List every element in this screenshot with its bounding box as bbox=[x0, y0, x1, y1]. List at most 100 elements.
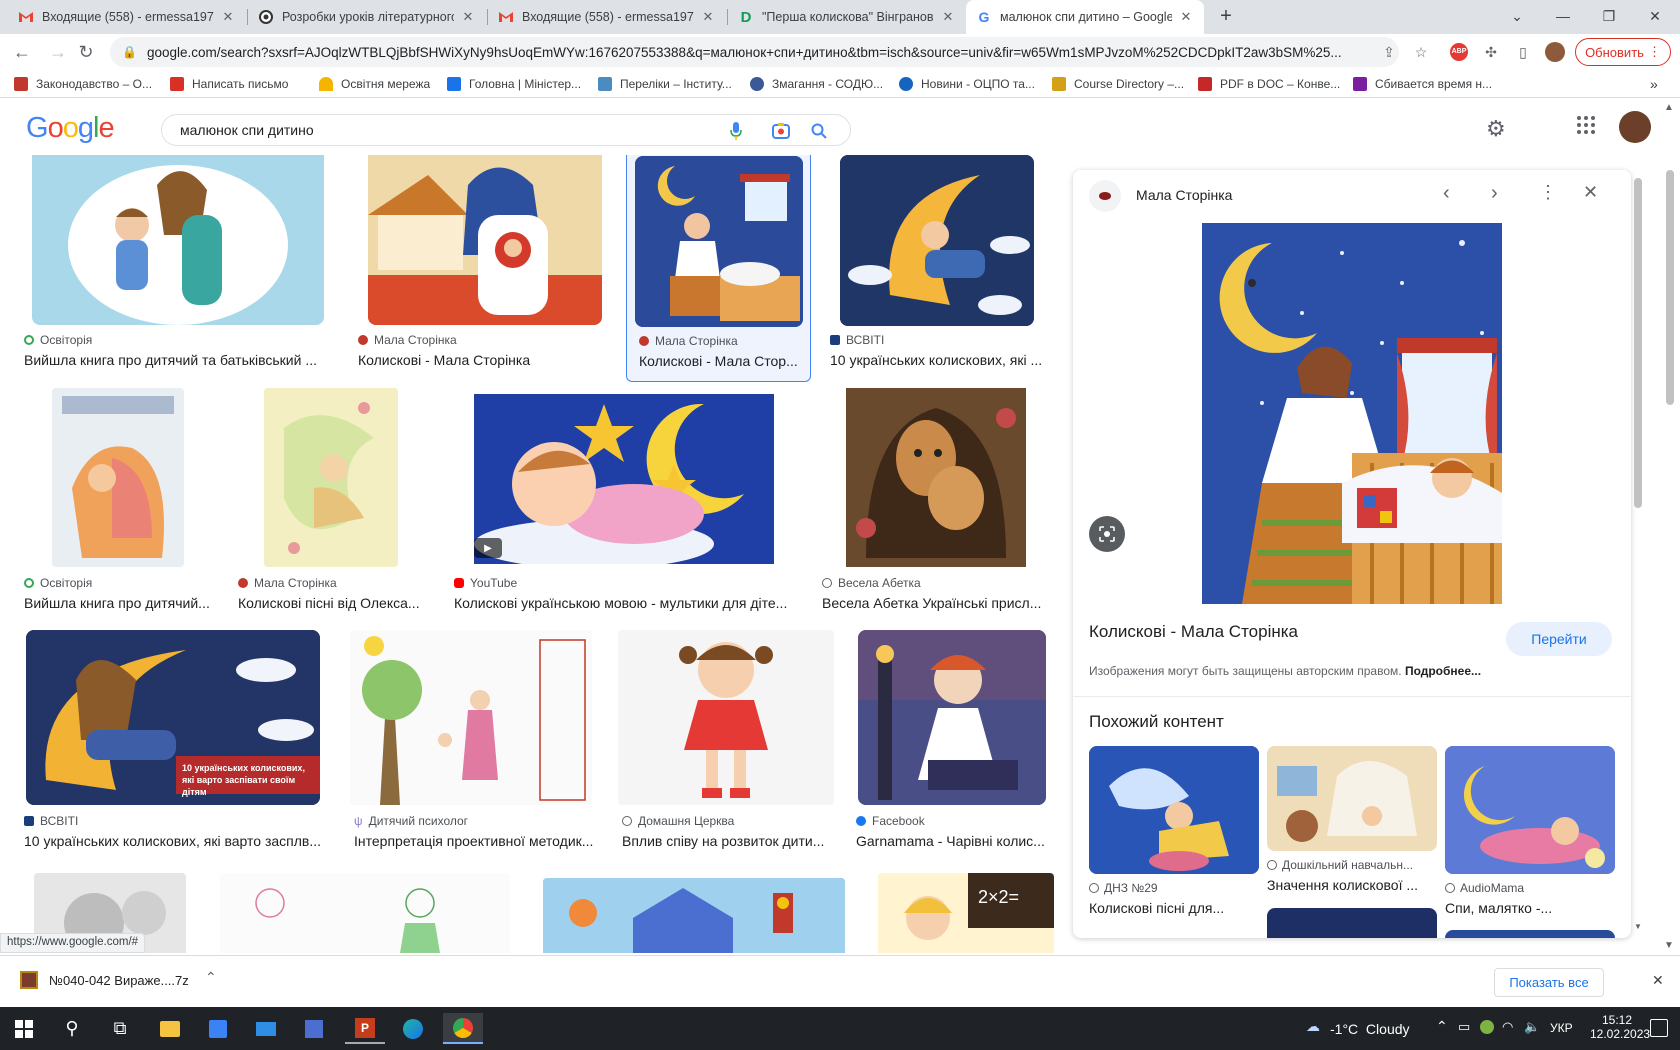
learn-more-link[interactable]: Подробнее... bbox=[1405, 664, 1481, 678]
result-thumbnail[interactable]: ▶ bbox=[474, 394, 774, 564]
notifications-icon[interactable] bbox=[1650, 1019, 1668, 1037]
close-window-button[interactable]: ✕ bbox=[1632, 0, 1678, 32]
close-icon[interactable]: ✕ bbox=[1178, 9, 1194, 25]
close-panel-icon[interactable]: ✕ bbox=[1583, 182, 1598, 203]
tab-docs[interactable]: D "Перша колискова" Вінгранов ✕ bbox=[728, 0, 966, 34]
powerpoint-icon[interactable]: P bbox=[345, 1013, 385, 1044]
bookmark-item[interactable]: Законодавство – О... bbox=[14, 75, 152, 93]
result-thumbnail[interactable]: 10 українських колискових, які варто зас… bbox=[26, 630, 320, 805]
result-caption[interactable]: Весела Абетка Українські присл... bbox=[822, 595, 1052, 611]
mail-icon[interactable] bbox=[246, 1013, 286, 1044]
panel-source[interactable]: Мала Сторінка bbox=[1136, 187, 1232, 203]
share-icon[interactable]: ⇪ bbox=[1379, 42, 1399, 62]
search-input[interactable] bbox=[180, 122, 720, 138]
bookmark-item[interactable]: Сбивается время н... bbox=[1353, 75, 1492, 93]
address-bar[interactable]: 🔒 google.com/search?sxsrf=AJOqlzWTBLQjBb… bbox=[110, 37, 1399, 67]
related-caption[interactable]: Значення колискової ... bbox=[1267, 877, 1418, 893]
result-thumbnail[interactable] bbox=[368, 155, 602, 325]
result-caption[interactable]: Вийшла книга про дитячий та батьківський… bbox=[24, 352, 330, 368]
close-icon[interactable]: ✕ bbox=[460, 9, 476, 25]
account-avatar[interactable] bbox=[1619, 111, 1651, 143]
bookmark-item[interactable]: Освітня мережа bbox=[319, 75, 430, 93]
result-thumbnail[interactable] bbox=[350, 630, 592, 805]
page-scroll-up-icon[interactable]: ▲ bbox=[1664, 102, 1674, 113]
result-thumbnail[interactable] bbox=[846, 388, 1026, 567]
tray-chevron-icon[interactable]: ⌃ bbox=[1436, 1018, 1448, 1035]
image-result[interactable]: Освіторія Вийшла книга про дитячий... bbox=[20, 388, 220, 611]
update-button[interactable]: Обновить ⋮ bbox=[1575, 38, 1671, 66]
panel-scroll-down-icon[interactable]: ▼ bbox=[1634, 922, 1642, 931]
search-icon[interactable] bbox=[810, 122, 828, 140]
image-result[interactable]: ВСВІТІ 10 українських колискових, які ..… bbox=[826, 155, 1056, 375]
forward-button[interactable]: → bbox=[44, 38, 72, 66]
result-thumbnail[interactable] bbox=[635, 156, 803, 327]
tab-gmail-1[interactable]: Входящие (558) - ermessa1975@ ✕ bbox=[8, 0, 246, 34]
result-source[interactable]: YouTube bbox=[454, 576, 517, 590]
result-thumbnail[interactable] bbox=[220, 873, 510, 953]
result-source[interactable]: Домашня Церква bbox=[622, 814, 734, 828]
result-caption[interactable]: 10 українських колискових, які варто зас… bbox=[24, 833, 330, 849]
taskbar-clock[interactable]: 15:12 12.02.2023 bbox=[1590, 1013, 1650, 1041]
image-result[interactable] bbox=[543, 873, 845, 953]
bookmark-item[interactable]: Новини - ОЦПО та... bbox=[899, 75, 1035, 93]
related-source[interactable]: AudioMama bbox=[1445, 881, 1524, 895]
related-caption[interactable]: Спи, малятко -... bbox=[1445, 900, 1552, 916]
result-source[interactable]: Освіторія bbox=[24, 576, 92, 590]
image-result[interactable]: Мала Сторінка Колискові пісні від Олекса… bbox=[234, 388, 434, 611]
result-source[interactable]: Facebook bbox=[856, 814, 925, 828]
download-filename[interactable]: №040-042 Вираже....7z bbox=[49, 973, 189, 988]
related-source[interactable]: ДНЗ №29 bbox=[1089, 881, 1158, 895]
result-caption[interactable]: Вийшла книга про дитячий... bbox=[24, 595, 216, 611]
bookmark-item[interactable]: Переліки – Інститу... bbox=[598, 75, 732, 93]
result-thumbnail[interactable] bbox=[52, 388, 184, 567]
google-logo[interactable]: Google bbox=[26, 112, 115, 145]
tab-google-active[interactable]: G малюнок спи дитино – Google ✕ bbox=[966, 0, 1204, 34]
result-caption[interactable]: Вплив співу на розвиток дити... bbox=[622, 833, 844, 849]
bookmark-item[interactable]: Написать письмо bbox=[170, 75, 288, 93]
bookmark-item[interactable]: Course Directory –... bbox=[1052, 75, 1184, 93]
bookmark-item[interactable]: Змагання - СОДЮ... bbox=[750, 75, 883, 93]
task-view-icon[interactable]: ⧉ bbox=[100, 1013, 140, 1044]
panel-scrollbar-thumb[interactable] bbox=[1634, 178, 1642, 508]
result-source[interactable]: ВСВІТІ bbox=[830, 333, 884, 347]
result-thumbnail[interactable] bbox=[858, 630, 1046, 805]
result-caption[interactable]: Колискові українською мовою - мультики д… bbox=[454, 595, 798, 611]
image-result[interactable]: ψ Дитячий психолог Інтерпретація проектив… bbox=[350, 630, 600, 850]
related-thumbnail[interactable] bbox=[1089, 746, 1259, 874]
page-scrollbar-thumb[interactable] bbox=[1666, 170, 1674, 405]
bookmark-item[interactable]: PDF в DOC – Конве... bbox=[1198, 75, 1340, 93]
preview-image[interactable] bbox=[1202, 223, 1502, 604]
image-result-selected[interactable]: Мала Сторінка Колискові - Мала Стор... bbox=[626, 155, 811, 382]
image-result[interactable]: 10 українських колискових, які варто зас… bbox=[20, 630, 336, 850]
lens-camera-icon[interactable] bbox=[772, 122, 790, 140]
related-source[interactable]: Дошкільний навчальн... bbox=[1267, 858, 1413, 872]
tray-wifi-icon[interactable]: ◠ bbox=[1502, 1019, 1513, 1035]
image-result[interactable]: Весела Абетка Весела Абетка Українські п… bbox=[818, 388, 1056, 611]
tab-gmail-2[interactable]: Входящие (558) - ermessa1975@ ✕ bbox=[488, 0, 726, 34]
related-thumbnail[interactable] bbox=[1445, 746, 1615, 874]
image-result[interactable]: Освіторія Вийшла книга про дитячий та ба… bbox=[20, 155, 336, 375]
edge-icon[interactable] bbox=[393, 1013, 433, 1044]
image-result[interactable] bbox=[220, 873, 510, 953]
show-all-downloads[interactable]: Показать все bbox=[1456, 968, 1642, 998]
bookmarks-overflow-icon[interactable]: » bbox=[1650, 75, 1658, 93]
close-downloads-icon[interactable]: ✕ bbox=[1652, 972, 1664, 989]
image-result[interactable]: Facebook Garnamama - Чарівні колис... bbox=[852, 630, 1058, 850]
tray-app-icon[interactable] bbox=[1480, 1020, 1494, 1034]
windows-start-icon[interactable] bbox=[4, 1013, 44, 1044]
minimize-button[interactable]: — bbox=[1540, 0, 1586, 32]
result-source[interactable]: ψ Дитячий психолог bbox=[354, 814, 468, 828]
keyboard-language[interactable]: УКР bbox=[1550, 1021, 1573, 1035]
result-thumbnail[interactable] bbox=[32, 155, 324, 325]
download-chevron-up-icon[interactable]: ⌃ bbox=[205, 969, 217, 986]
save-disk-icon[interactable] bbox=[294, 1013, 334, 1044]
close-icon[interactable]: ✕ bbox=[220, 9, 236, 25]
weather-text[interactable]: -1°C Cloudy bbox=[1330, 1021, 1410, 1037]
tray-volume-icon[interactable]: 🔈 bbox=[1524, 1019, 1540, 1035]
bookmark-item[interactable]: Головна | Міністер... bbox=[447, 75, 581, 93]
image-result[interactable]: ▶ YouTube Колискові українською мовою - … bbox=[450, 388, 802, 611]
restore-button[interactable]: ❐ bbox=[1586, 0, 1632, 32]
sidepanel-icon[interactable]: ▯ bbox=[1513, 42, 1533, 62]
apps-grid-icon[interactable] bbox=[1576, 115, 1598, 137]
related-caption[interactable]: Колискові пісні для... bbox=[1089, 900, 1224, 916]
